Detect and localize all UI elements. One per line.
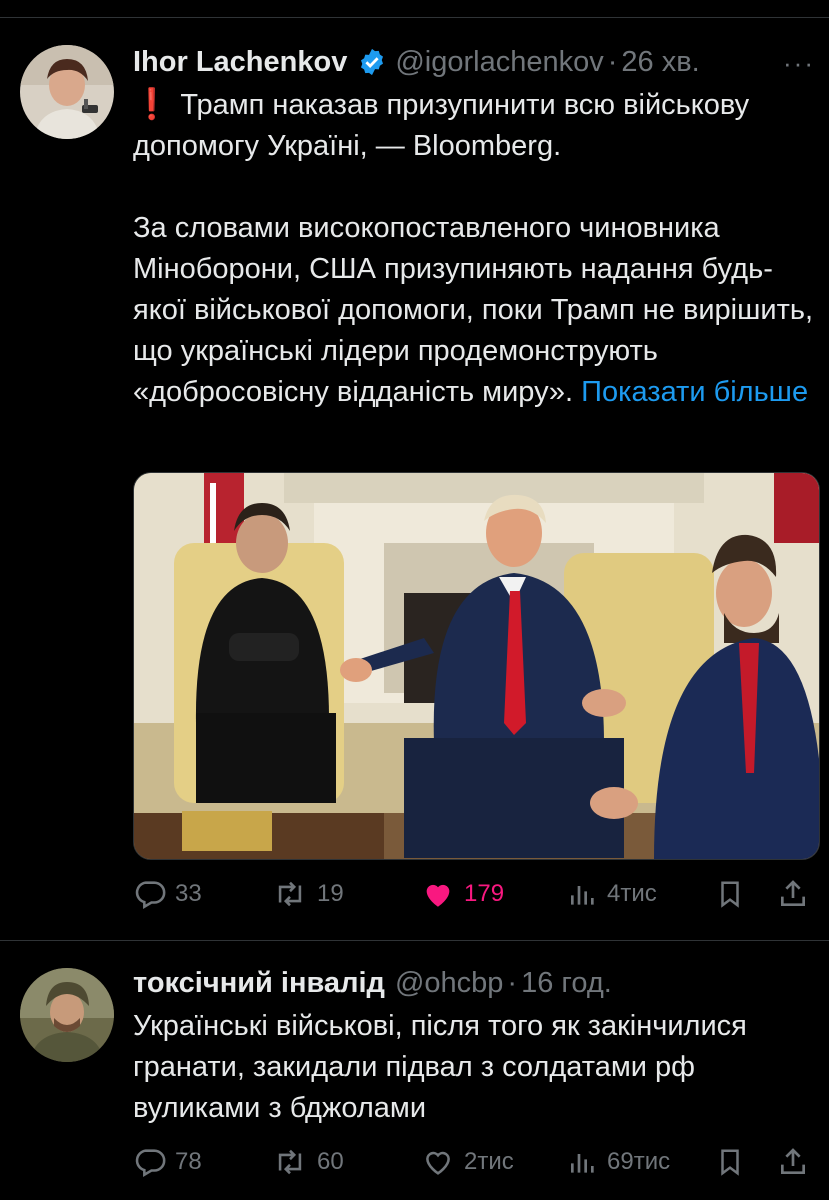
views-count: 4тис bbox=[607, 880, 657, 907]
repost-button[interactable]: 60 bbox=[271, 1142, 344, 1182]
show-more-link[interactable]: Показати більше bbox=[581, 376, 808, 408]
timestamp[interactable]: 26 хв. bbox=[621, 46, 699, 79]
tweet-2[interactable]: токсічний інвалід @ohcbp · 16 год. Украї… bbox=[0, 941, 829, 1200]
share-button[interactable] bbox=[777, 874, 809, 914]
repost-icon bbox=[271, 877, 309, 911]
verified-badge-icon bbox=[357, 47, 387, 77]
views-count: 69тис bbox=[607, 1148, 671, 1175]
tweet-actions: 33 19 179 4тис bbox=[133, 874, 818, 914]
separator-dot: · bbox=[607, 45, 618, 78]
share-icon bbox=[777, 1145, 809, 1179]
like-button[interactable]: 179 bbox=[420, 874, 504, 914]
views-icon bbox=[567, 1145, 599, 1179]
heart-outline-icon bbox=[420, 1145, 456, 1179]
tweet-1[interactable]: Ihor Lachenkov @igorlachenkov · 26 хв. ·… bbox=[0, 0, 829, 940]
bookmark-button[interactable] bbox=[715, 1142, 745, 1182]
author-handle[interactable]: @igorlachenkov bbox=[395, 46, 603, 79]
reply-icon bbox=[133, 1145, 167, 1179]
reply-icon bbox=[133, 877, 167, 911]
tweet-body: Українські військові, після того як закі… bbox=[133, 1006, 823, 1129]
views-icon bbox=[567, 877, 599, 911]
heart-icon bbox=[420, 877, 456, 911]
reply-count: 78 bbox=[175, 1148, 202, 1175]
like-count: 179 bbox=[464, 880, 505, 907]
tweet-headline: ❗ Трамп наказав призупинити всю військову… bbox=[133, 84, 823, 167]
tweet-photo[interactable] bbox=[133, 472, 820, 860]
reply-button[interactable]: 33 bbox=[133, 874, 202, 914]
body-text: Українські військові, після того як закі… bbox=[133, 1010, 747, 1124]
tweet-header: токсічний інвалід @ohcbp · 16 год. bbox=[133, 963, 612, 1003]
author-handle[interactable]: @ohcbp bbox=[395, 967, 503, 1000]
reply-button[interactable]: 78 bbox=[133, 1142, 202, 1182]
bookmark-icon bbox=[715, 877, 745, 911]
avatar[interactable] bbox=[20, 968, 114, 1062]
repost-count: 60 bbox=[317, 1148, 344, 1175]
repost-button[interactable]: 19 bbox=[271, 874, 344, 914]
views-button[interactable]: 69тис bbox=[567, 1142, 670, 1182]
tweet-body: За словами високопоставленого чиновника … bbox=[133, 208, 823, 413]
tweet-actions: 78 60 2тис 69тис bbox=[133, 1142, 818, 1182]
views-button[interactable]: 4тис bbox=[567, 874, 657, 914]
reply-count: 33 bbox=[175, 880, 202, 907]
separator-dot: · bbox=[507, 966, 518, 999]
author-name[interactable]: Ihor Lachenkov bbox=[133, 46, 347, 79]
avatar[interactable] bbox=[20, 45, 114, 139]
bookmark-icon bbox=[715, 1145, 745, 1179]
repost-count: 19 bbox=[317, 880, 344, 907]
share-icon bbox=[777, 877, 809, 911]
author-name[interactable]: токсічний інвалід bbox=[133, 967, 385, 1000]
like-count: 2тис bbox=[464, 1148, 514, 1175]
repost-icon bbox=[271, 1145, 309, 1179]
exclamation-icon: ❗ bbox=[133, 88, 171, 121]
bookmark-button[interactable] bbox=[715, 874, 745, 914]
more-options-icon[interactable]: ··· bbox=[783, 48, 815, 79]
like-button[interactable]: 2тис bbox=[420, 1142, 514, 1182]
tweet-header: Ihor Lachenkov @igorlachenkov · 26 хв. bbox=[133, 42, 700, 82]
timestamp[interactable]: 16 год. bbox=[521, 967, 612, 1000]
headline-text: Трамп наказав призупинити всю військову … bbox=[133, 89, 750, 162]
share-button[interactable] bbox=[777, 1142, 809, 1182]
